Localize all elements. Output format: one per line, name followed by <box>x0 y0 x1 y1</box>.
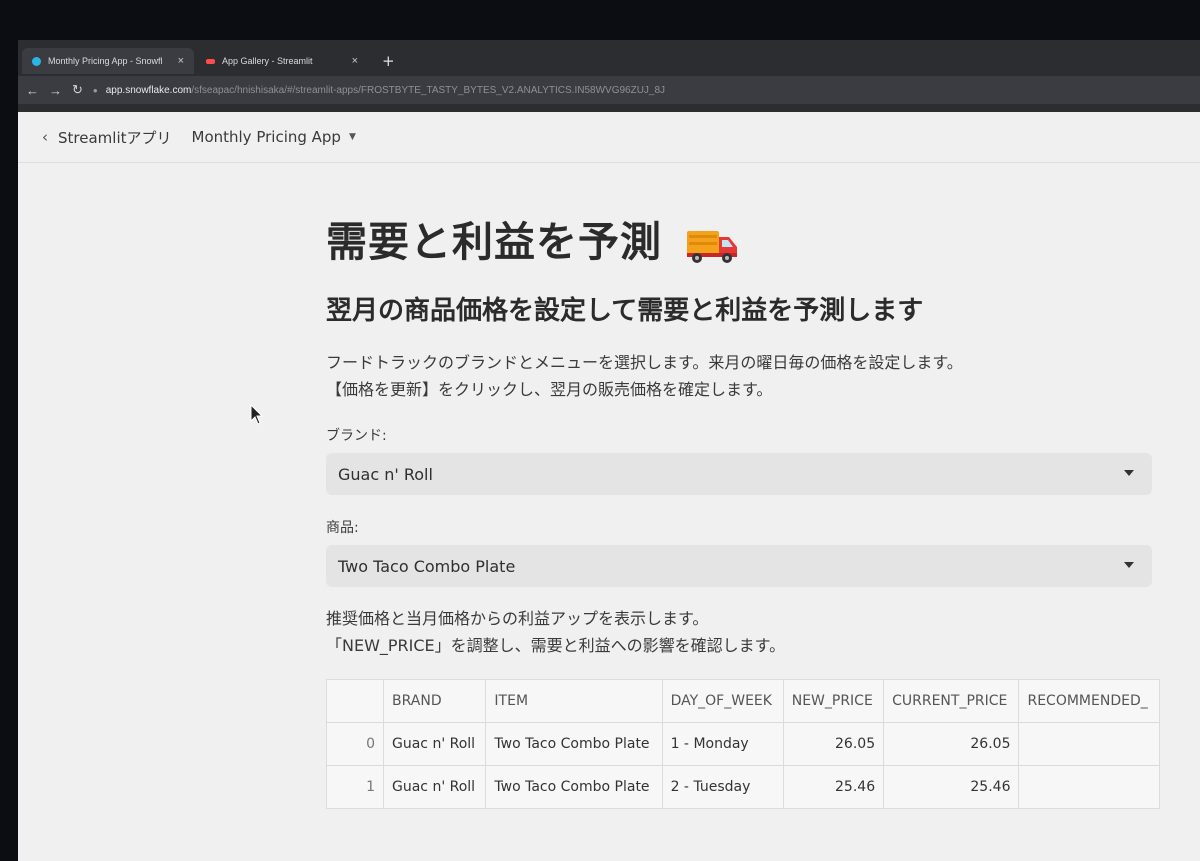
site-info-icon[interactable]: ● <box>93 86 98 95</box>
close-tab-icon[interactable]: × <box>178 55 184 67</box>
snowflake-favicon-icon <box>32 56 41 66</box>
cell-brand: Guac n' Roll <box>382 722 487 766</box>
streamlit-app: ‹ Streamlitアプリ Monthly Pricing App ▼ 需要と… <box>18 112 1200 861</box>
page-title: 需要と利益を予測 <box>326 208 1156 268</box>
tab-title: App Gallery - Streamlit <box>222 56 313 66</box>
cell-new-price[interactable]: 25.46 <box>782 765 885 809</box>
brand-label: ブランド: <box>326 428 387 444</box>
pricing-dataframe[interactable]: BRAND ITEM DAY_OF_WEEK NEW_PRICE CURRENT… <box>326 679 1160 809</box>
cell-day-of-week: 1 - Monday <box>661 722 784 766</box>
cell-recommended <box>1018 765 1160 809</box>
chevron-down-icon[interactable] <box>1124 562 1134 568</box>
column-header-item[interactable]: ITEM <box>485 679 663 723</box>
chevron-left-icon[interactable]: ‹ <box>42 128 48 146</box>
table-note: 推奨価格と当月価格からの利益アップを表示します。 「NEW_PRICE」を調整し… <box>326 605 1156 659</box>
column-header-brand[interactable]: BRAND <box>382 679 487 723</box>
new-tab-button[interactable]: + <box>382 52 395 70</box>
cell-current-price: 25.46 <box>883 765 1020 809</box>
tab-monthly-pricing-app[interactable]: Monthly Pricing App - Snowfl × <box>22 48 194 74</box>
column-header-recommended[interactable]: RECOMMENDED_ <box>1018 679 1160 723</box>
browser-chrome: Monthly Pricing App - Snowfl × App Galle… <box>18 40 1200 112</box>
row-index: 0 <box>326 722 384 766</box>
column-header-new-price[interactable]: NEW_PRICE <box>782 679 885 723</box>
tab-strip: Monthly Pricing App - Snowfl × App Galle… <box>18 46 1200 76</box>
column-header-current-price[interactable]: CURRENT_PRICE <box>883 679 1020 723</box>
cell-new-price[interactable]: 26.05 <box>782 722 885 766</box>
tab-app-gallery[interactable]: App Gallery - Streamlit × <box>196 48 368 74</box>
tab-title: Monthly Pricing App - Snowfl <box>48 56 163 66</box>
item-label: 商品: <box>326 520 359 536</box>
brand-select-value: Guac n' Roll <box>338 464 433 484</box>
description-line-1: フードトラックのブランドとメニューを選択します。来月の曜日毎の価格を設定します。 <box>326 353 963 372</box>
truck-icon <box>687 231 738 263</box>
column-header-index <box>326 679 384 723</box>
cell-day-of-week: 2 - Tuesday <box>661 765 784 809</box>
forward-arrow-icon[interactable]: → <box>49 83 62 98</box>
cell-item: Two Taco Combo Plate <box>485 765 663 809</box>
main-content: 需要と利益を予測 翌月の商品価格を設定して需要と利益を予測します フードトラック… <box>326 208 1160 809</box>
cell-item: Two Taco Combo Plate <box>485 722 663 766</box>
description-line-2: 【価格を更新】をクリックし、翌月の販売価格を確定します。 <box>326 380 773 399</box>
column-header-day-of-week[interactable]: DAY_OF_WEEK <box>661 679 784 723</box>
chevron-down-icon[interactable]: ▼ <box>349 132 356 142</box>
cell-recommended <box>1018 722 1160 766</box>
table-note-line-2: 「NEW_PRICE」を調整し、需要と利益への影響を確認します。 <box>326 636 786 655</box>
chevron-down-icon[interactable] <box>1124 470 1134 476</box>
table-note-line-1: 推奨価格と当月価格からの利益アップを表示します。 <box>326 609 709 628</box>
item-select-value: Two Taco Combo Plate <box>338 556 516 576</box>
url-host: app.snowflake.com <box>105 84 192 96</box>
cell-current-price: 26.05 <box>883 722 1020 766</box>
app-name-dropdown[interactable]: Monthly Pricing App <box>192 128 341 146</box>
mouse-cursor-icon <box>250 404 264 425</box>
item-select[interactable]: Two Taco Combo Plate <box>326 545 1152 587</box>
app-header: ‹ Streamlitアプリ Monthly Pricing App ▼ <box>18 112 1200 163</box>
table-row: 0 Guac n' Roll Two Taco Combo Plate 1 - … <box>326 722 1160 766</box>
url-path: /sfseapac/hnishisaka/#/streamlit-apps/FR… <box>191 84 666 96</box>
back-arrow-icon[interactable]: ← <box>26 83 39 98</box>
streamlit-favicon-icon <box>206 58 215 64</box>
reload-icon[interactable]: ↻ <box>72 82 83 98</box>
back-to-streamlit-apps-link[interactable]: Streamlitアプリ <box>58 127 172 148</box>
description: フードトラックのブランドとメニューを選択します。来月の曜日毎の価格を設定します。… <box>326 349 1156 403</box>
table-row: 1 Guac n' Roll Two Taco Combo Plate 2 - … <box>326 765 1160 809</box>
address-bar[interactable]: ← → ↻ ● app.snowflake.com/sfseapac/hnish… <box>18 76 1200 104</box>
page-title-text: 需要と利益を予測 <box>326 218 662 266</box>
brand-select[interactable]: Guac n' Roll <box>326 453 1152 495</box>
page-subtitle: 翌月の商品価格を設定して需要と利益を予測します <box>326 296 924 326</box>
close-tab-icon[interactable]: × <box>352 55 358 67</box>
row-index: 1 <box>326 765 384 809</box>
table-header-row: BRAND ITEM DAY_OF_WEEK NEW_PRICE CURRENT… <box>326 679 1160 723</box>
cell-brand: Guac n' Roll <box>382 765 487 809</box>
